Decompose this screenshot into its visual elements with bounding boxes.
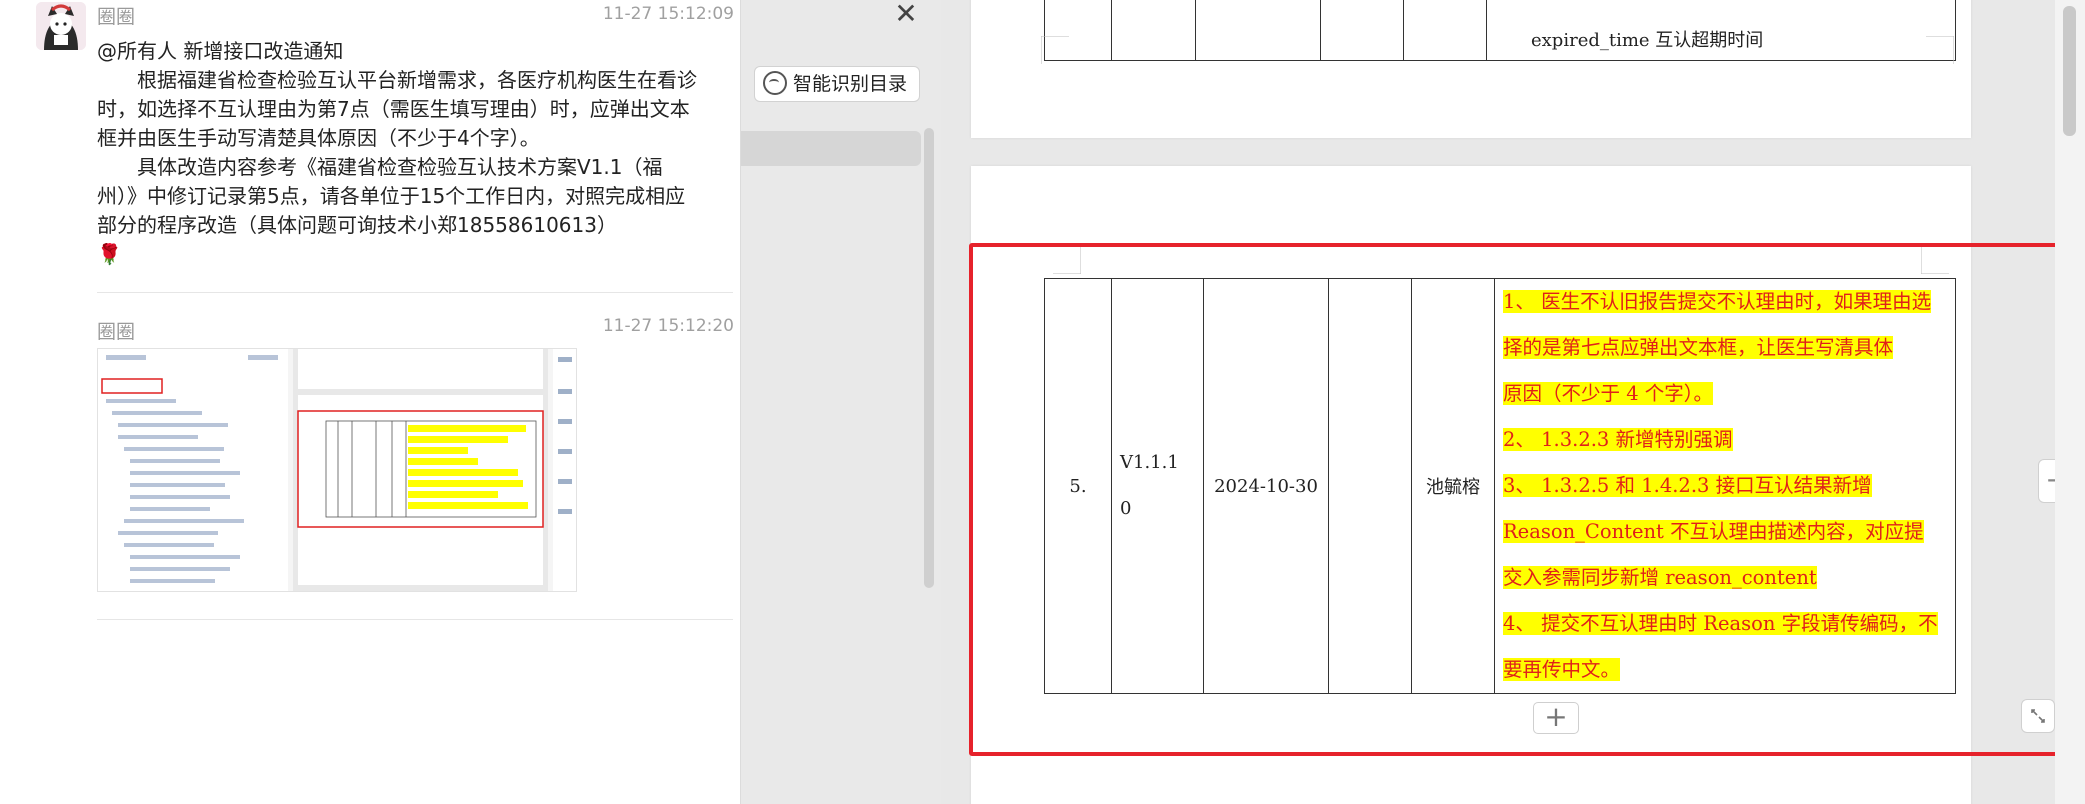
toc-scrollbar[interactable] (924, 128, 934, 588)
message-time: 11-27 15:12:09 (602, 4, 734, 24)
document-page: expired_time 互认超期时间 (971, 0, 1971, 138)
page-corner-mark (1041, 36, 1069, 64)
message-body[interactable]: @所有人 新增接口改造通知 根据福建省检查检验互认平台新增需求，各医疗机构医生在… (97, 37, 697, 269)
toc-pane: ✕ 智能识别目录 (740, 0, 941, 804)
scrollbar-thumb[interactable] (2063, 6, 2076, 136)
screenshot-image[interactable] (97, 348, 577, 592)
message-paragraph: 根据福建省检查检验互认平台新增需求，各医疗机构医生在看诊时，如选择不互认理由为第… (97, 68, 697, 150)
message-sender: 圈圈 (97, 6, 136, 28)
table-cell: expired_time 互认超期时间 (1531, 30, 1764, 51)
message-separator (97, 292, 733, 293)
rose-emoji: 🌹 (97, 242, 122, 266)
message-time: 11-27 15:12:20 (602, 316, 734, 336)
avatar[interactable] (36, 2, 86, 50)
message-separator (97, 619, 733, 620)
mention-line: @所有人 新增接口改造通知 (97, 39, 344, 63)
toc-selected-item[interactable] (741, 131, 921, 166)
smart-recognize-icon (763, 71, 787, 95)
annotation-highlight-box (969, 243, 2067, 756)
revision-table-top: expired_time 互认超期时间 (1044, 0, 1956, 61)
message-paragraph: 具体改造内容参考《福建省检查检验互认技术方案V1.1（福州）》中修订记录第5点，… (97, 155, 686, 237)
close-icon[interactable]: ✕ (886, 0, 926, 30)
smart-toc-button[interactable]: 智能识别目录 (754, 66, 920, 102)
message-sender: 圈圈 (97, 321, 136, 343)
smart-toc-label: 智能识别目录 (793, 73, 908, 95)
page-corner-mark (1926, 36, 1954, 64)
document-scrollbar[interactable] (2055, 0, 2085, 804)
chat-pane: 圈圈 11-27 15:12:09 @所有人 新增接口改造通知 根据福建省检查检… (0, 0, 740, 804)
